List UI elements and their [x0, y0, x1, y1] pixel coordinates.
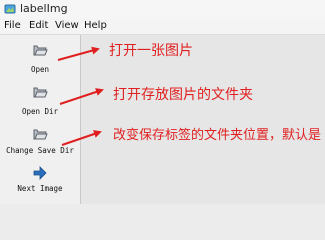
annotation-arrow-open-dir — [59, 88, 104, 105]
annotation-open-dir: 打开存放图片的文件夹 — [113, 87, 253, 103]
annotation-open-image: 打开一张图片 — [109, 43, 193, 59]
annotation-arrow-open — [57, 46, 100, 61]
annotation-change-save-dir: 改变保存标签的文件夹位置，默认是 — [113, 128, 322, 143]
annotation-arrow-change-save-dir — [61, 130, 102, 146]
